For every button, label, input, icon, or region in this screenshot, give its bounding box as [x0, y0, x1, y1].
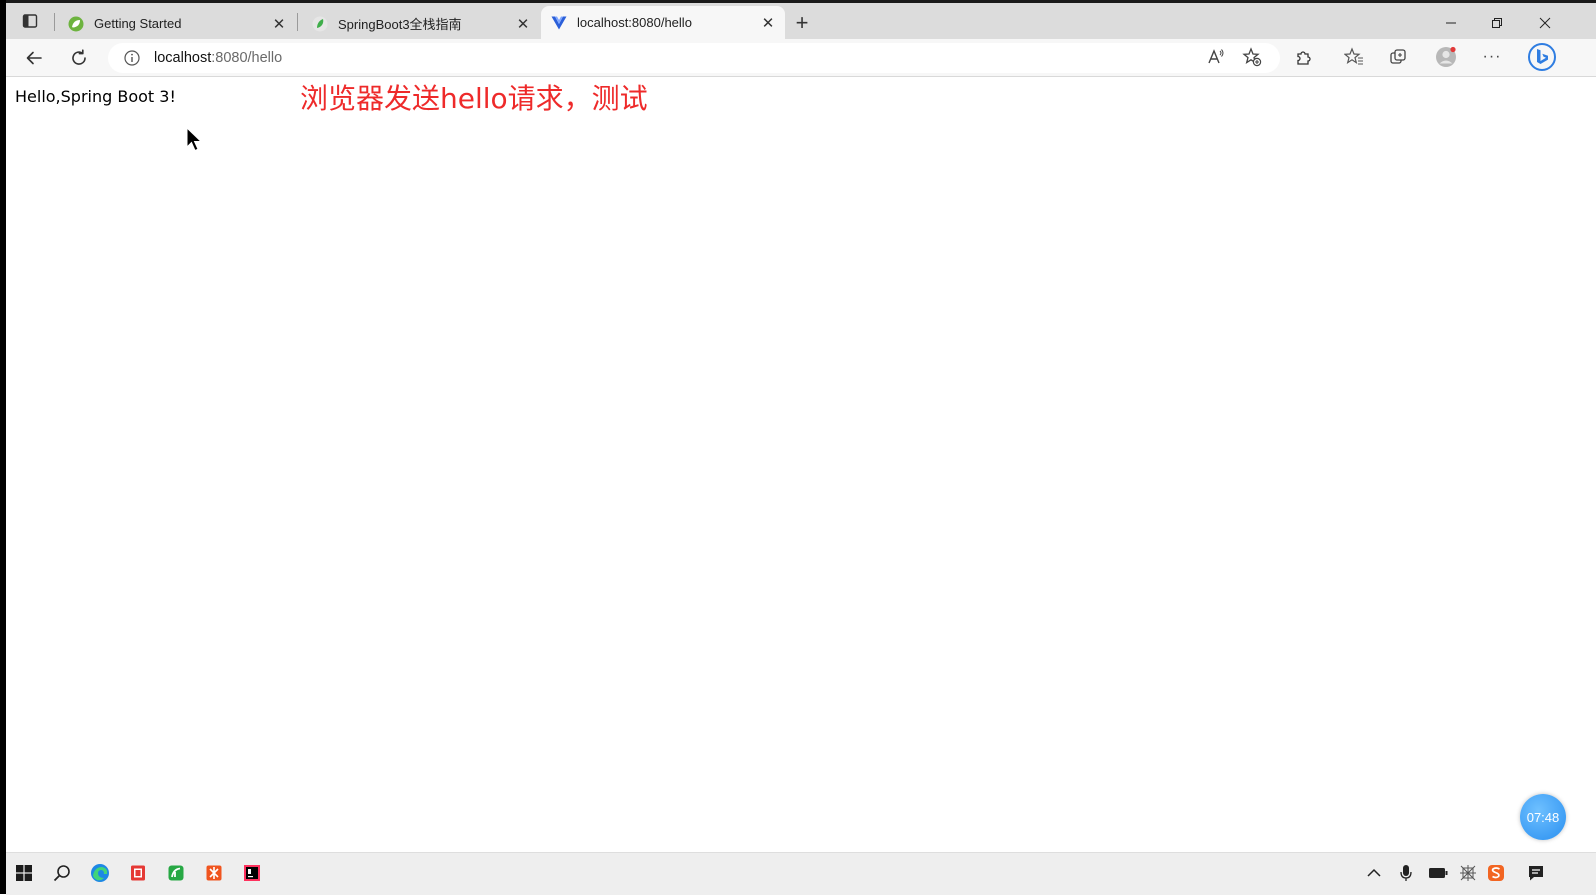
new-tab-button[interactable]: +	[790, 10, 814, 35]
show-hidden-icons-button[interactable]	[1362, 861, 1386, 885]
windows-taskbar	[6, 852, 1596, 895]
battery-tray-icon[interactable]	[1426, 861, 1450, 885]
read-aloud-button[interactable]	[1202, 43, 1230, 71]
collections-button[interactable]	[1384, 43, 1412, 71]
more-dots-icon: ···	[1482, 48, 1502, 65]
notifications-button[interactable]	[1524, 861, 1548, 885]
star-add-icon	[1242, 47, 1262, 67]
refresh-button[interactable]	[64, 43, 94, 73]
url-path: :8080/hello	[211, 50, 283, 66]
sogou-s-icon	[1488, 865, 1504, 881]
spring-leaf-icon	[68, 16, 84, 31]
tab-springboot3-guide[interactable]: SpringBoot3全栈指南 ✕	[302, 8, 540, 39]
tab-close-button[interactable]: ✕	[268, 13, 290, 35]
browser-toolbar: localhost:8080/hello ···	[6, 39, 1596, 77]
chevron-up-icon	[1367, 868, 1381, 877]
tab-close-button[interactable]: ✕	[757, 12, 779, 34]
plus-icon: +	[795, 10, 809, 35]
favorites-button[interactable]	[1340, 43, 1368, 71]
network-tray-icon[interactable]	[1456, 861, 1480, 885]
taskbar-intellij-app[interactable]	[240, 861, 264, 885]
taskbar-red-app[interactable]	[126, 861, 150, 885]
read-aloud-icon	[1208, 49, 1224, 64]
back-arrow-icon	[26, 51, 42, 65]
profile-button[interactable]	[1432, 43, 1460, 71]
address-bar[interactable]: localhost:8080/hello	[108, 43, 1280, 73]
microphone-tray-icon[interactable]	[1394, 861, 1418, 885]
leaf-favicon-icon	[312, 16, 328, 31]
close-window-button[interactable]	[1522, 6, 1568, 40]
refresh-icon	[72, 49, 86, 65]
tab-close-button[interactable]: ✕	[512, 13, 534, 35]
tab-actions-icon	[22, 14, 38, 28]
site-info-icon[interactable]	[124, 50, 140, 66]
taskbar-green-app[interactable]	[164, 861, 188, 885]
tab-separator	[297, 13, 298, 31]
minimize-icon	[1446, 22, 1456, 24]
recording-timer-badge: 07:48	[1520, 794, 1566, 840]
back-button[interactable]	[19, 43, 49, 73]
restore-icon	[1492, 18, 1502, 28]
favorites-star-icon	[1344, 47, 1363, 65]
hello-response-text: Hello,Spring Boot 3!	[15, 87, 176, 106]
close-icon	[1539, 17, 1551, 29]
add-favorite-button[interactable]	[1238, 43, 1266, 71]
tab-label: SpringBoot3全栈指南	[338, 17, 462, 32]
green-app-icon	[168, 865, 184, 881]
edge-browser-icon	[91, 864, 109, 882]
network-grid-icon	[1460, 865, 1476, 881]
annotation-caption: 浏览器发送hello请求，测试	[300, 82, 648, 115]
minimize-button[interactable]	[1428, 6, 1474, 40]
orange-app-icon	[206, 865, 222, 881]
profile-avatar-icon	[1436, 46, 1456, 67]
red-document-icon	[131, 865, 145, 881]
url-host: localhost	[154, 50, 212, 66]
start-button[interactable]	[12, 861, 36, 885]
tab-bar: Getting Started ✕ SpringBoot3全栈指南 ✕ loca…	[6, 3, 1596, 39]
tab-actions-button[interactable]	[14, 7, 46, 35]
search-button[interactable]	[50, 861, 74, 885]
puzzle-icon	[1297, 51, 1311, 65]
taskbar-edge-app[interactable]	[88, 861, 112, 885]
copilot-button[interactable]	[1526, 41, 1558, 73]
intellij-idea-icon	[244, 865, 260, 881]
microphone-icon	[1400, 865, 1412, 881]
tab-localhost-hello[interactable]: localhost:8080/hello ✕	[541, 6, 785, 39]
mouse-cursor-icon	[186, 127, 203, 152]
settings-more-button[interactable]: ···	[1478, 43, 1506, 71]
extensions-button[interactable]	[1290, 43, 1318, 71]
battery-icon	[1429, 868, 1448, 878]
windows-logo-icon	[16, 865, 32, 881]
tab-separator	[54, 13, 55, 31]
taskbar-orange-app[interactable]	[202, 861, 226, 885]
collections-icon	[1390, 49, 1406, 64]
tab-label: localhost:8080/hello	[577, 15, 692, 30]
notification-center-icon	[1529, 866, 1543, 881]
restore-button[interactable]	[1474, 6, 1520, 40]
bing-copilot-icon	[1528, 43, 1556, 71]
ime-tray-icon[interactable]	[1484, 861, 1508, 885]
search-icon	[53, 865, 70, 882]
page-content: Hello,Spring Boot 3! 浏览器发送hello请求，测试 07:…	[6, 77, 1596, 852]
tab-getting-started[interactable]: Getting Started ✕	[58, 8, 296, 39]
tab-label: Getting Started	[94, 16, 182, 31]
url-text: localhost:8080/hello	[154, 50, 282, 66]
vue-v-icon	[551, 16, 567, 29]
